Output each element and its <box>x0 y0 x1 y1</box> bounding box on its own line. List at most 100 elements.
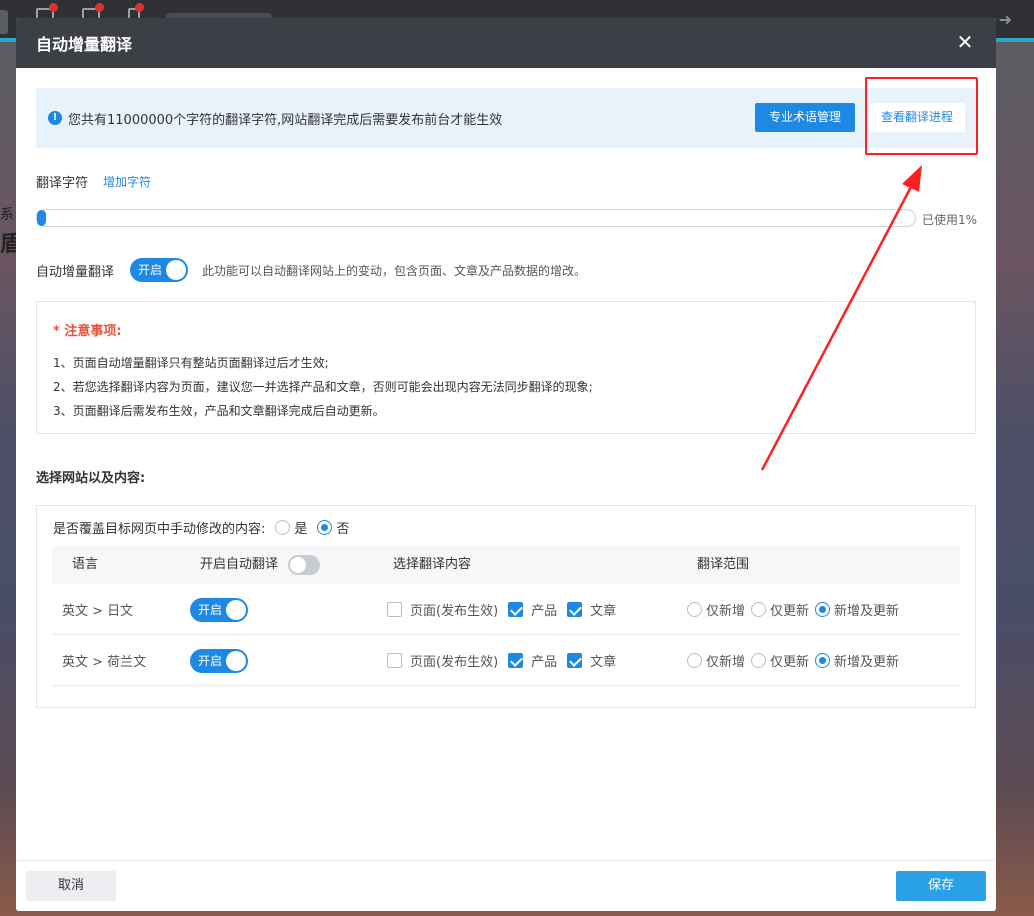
content-product-label: 产品 <box>531 655 558 670</box>
toggle-knob <box>290 557 307 573</box>
overwrite-no-option[interactable]: 否 <box>317 518 349 537</box>
range-update-only[interactable]: 仅更新 <box>751 651 809 670</box>
table-header: 语言 开启自动翻译 选择翻译内容 翻译范围 <box>52 546 960 584</box>
save-button[interactable]: 保存 <box>896 871 986 901</box>
range-new-only[interactable]: 仅新增 <box>687 600 745 619</box>
checkbox-icon[interactable] <box>387 653 402 668</box>
radio-icon[interactable] <box>751 602 767 617</box>
dialog-body: ! 您共有11000000个字符的翻译字符,网站翻译完成后需要发布前台才能生效 … <box>16 68 996 860</box>
row-range-options: 仅新增 仅更新 新增及更新 <box>687 584 905 635</box>
row-auto-toggle[interactable]: 开启 <box>190 597 248 622</box>
header-auto: 开启自动翻译 <box>200 546 321 584</box>
header-content: 选择翻译内容 <box>393 557 472 572</box>
overwrite-label: 是否覆盖目标网页中手动修改的内容: <box>53 522 266 537</box>
radio-selected-icon[interactable] <box>815 602 831 617</box>
info-icon: ! <box>48 111 62 125</box>
background-toolbar-handle <box>0 10 8 34</box>
radio-icon[interactable] <box>275 520 291 535</box>
content-article-checkbox[interactable]: 文章 <box>567 651 616 670</box>
row-language: 英文 > 荷兰文 <box>62 655 147 670</box>
section-title: 选择网站以及内容: <box>36 471 146 486</box>
close-icon[interactable]: ✕ <box>954 31 976 53</box>
auto-translate-toggle[interactable]: 开启 <box>130 258 189 282</box>
toggle-text: 开启 <box>198 653 223 668</box>
checkbox-checked-icon[interactable] <box>567 602 583 617</box>
content-article-label: 文章 <box>590 655 617 670</box>
toggle-knob <box>226 599 246 620</box>
range-new-only-label: 仅新增 <box>706 655 746 670</box>
row-content-options: 页面(发布生效) 产品 文章 <box>387 584 626 635</box>
toggle-knob <box>166 260 187 280</box>
quota-progress-fill <box>37 210 46 226</box>
notice-box: * 注意事项: 1、页面自动增量翻译只有整站页面翻译过后才生效; 2、若您选择翻… <box>36 301 976 434</box>
range-new-and-update[interactable]: 新增及更新 <box>815 600 899 619</box>
range-new-only[interactable]: 仅新增 <box>687 651 745 670</box>
terms-management-button[interactable]: 专业术语管理 <box>755 103 855 132</box>
site-content-table: 是否覆盖目标网页中手动修改的内容: 是 否 语言 开启自动翻译 选择翻译内容 翻… <box>36 505 976 708</box>
overwrite-yes-option[interactable]: 是 <box>275 518 307 537</box>
row-content-options: 页面(发布生效) 产品 文章 <box>387 635 626 686</box>
toggle-text: 开启 <box>138 263 163 277</box>
row-language: 英文 > 日文 <box>62 604 134 619</box>
all-auto-toggle[interactable] <box>288 555 321 575</box>
content-article-label: 文章 <box>590 604 617 619</box>
auto-translate-row: 自动增量翻译 开启 此功能可以自动翻译网站上的变动，包含页面、文章及产品数据的增… <box>36 258 586 282</box>
overwrite-yes-label: 是 <box>294 522 308 537</box>
content-product-label: 产品 <box>531 604 558 619</box>
toggle-knob <box>226 650 246 671</box>
content-page-checkbox[interactable]: 页面(发布生效) <box>387 600 498 619</box>
content-page-checkbox[interactable]: 页面(发布生效) <box>387 651 498 670</box>
notice-item: 3、页面翻译后需发布生效，产品和文章翻译完成后自动更新。 <box>53 404 385 418</box>
row-range-options: 仅新增 仅更新 新增及更新 <box>687 635 905 686</box>
table-row: 英文 > 荷兰文 开启 页面(发布生效) 产品 文章 仅新增 仅更新 新增及更新 <box>52 635 960 686</box>
range-update-only-label: 仅更新 <box>770 604 810 619</box>
add-characters-link[interactable]: 增加字符 <box>103 173 151 190</box>
background-exit-icon: ➜ <box>998 10 1012 29</box>
radio-selected-icon[interactable] <box>815 653 831 668</box>
checkbox-icon[interactable] <box>387 602 402 617</box>
range-new-only-label: 仅新增 <box>706 604 746 619</box>
notice-title: * 注意事项: <box>53 324 122 339</box>
radio-icon[interactable] <box>751 653 767 668</box>
content-product-checkbox[interactable]: 产品 <box>508 651 557 670</box>
quota-progress-bar <box>36 209 916 227</box>
content-page-label: 页面(发布生效) <box>410 655 499 670</box>
header-language: 语言 <box>72 557 99 572</box>
range-update-only[interactable]: 仅更新 <box>751 600 809 619</box>
radio-icon[interactable] <box>687 653 702 668</box>
range-new-and-update[interactable]: 新增及更新 <box>815 651 899 670</box>
header-auto-label: 开启自动翻译 <box>200 557 279 572</box>
dialog-header: 自动增量翻译 ✕ <box>16 18 996 68</box>
range-update-only-label: 仅更新 <box>770 655 810 670</box>
info-message: 您共有11000000个字符的翻译字符,网站翻译完成后需要发布前台才能生效 <box>68 112 503 128</box>
quota-label: 翻译字符 <box>36 176 89 191</box>
notice-item: 1、页面自动增量翻译只有整站页面翻译过后才生效; <box>53 356 329 370</box>
auto-translate-label: 自动增量翻译 <box>36 264 115 280</box>
overwrite-no-label: 否 <box>336 522 350 537</box>
content-page-label: 页面(发布生效) <box>410 604 499 619</box>
notice-item: 2、若您选择翻译内容为页面，建议您一并选择产品和文章，否则可能会出现内容无法同步… <box>53 380 593 394</box>
overwrite-row: 是否覆盖目标网页中手动修改的内容: 是 否 <box>53 518 349 537</box>
auto-translate-description: 此功能可以自动翻译网站上的变动，包含页面、文章及产品数据的增改。 <box>202 263 587 278</box>
dialog-footer: 取消 保存 <box>16 860 996 911</box>
background-text: 系 <box>0 207 14 223</box>
cancel-button[interactable]: 取消 <box>26 871 116 901</box>
content-product-checkbox[interactable]: 产品 <box>508 600 557 619</box>
range-new-and-update-label: 新增及更新 <box>834 655 900 670</box>
table-row: 英文 > 日文 开启 页面(发布生效) 产品 文章 仅新增 仅更新 新增及更新 <box>52 584 960 635</box>
row-auto-toggle[interactable]: 开启 <box>190 648 248 673</box>
checkbox-checked-icon[interactable] <box>508 602 524 617</box>
content-article-checkbox[interactable]: 文章 <box>567 600 616 619</box>
checkbox-checked-icon[interactable] <box>567 653 583 668</box>
range-new-and-update-label: 新增及更新 <box>834 604 900 619</box>
checkbox-checked-icon[interactable] <box>508 653 524 668</box>
radio-icon[interactable] <box>687 602 702 617</box>
radio-selected-icon[interactable] <box>317 520 333 535</box>
row-auto-cell: 开启 <box>190 635 248 686</box>
header-range: 翻译范围 <box>697 557 750 572</box>
quota-used-text: 已使用1% <box>922 213 978 227</box>
toggle-text: 开启 <box>198 602 223 617</box>
row-auto-cell: 开启 <box>190 584 248 635</box>
view-progress-button[interactable]: 查看翻译进程 <box>869 103 965 132</box>
auto-translate-dialog: 自动增量翻译 ✕ ! 您共有11000000个字符的翻译字符,网站翻译完成后需要… <box>16 18 996 911</box>
